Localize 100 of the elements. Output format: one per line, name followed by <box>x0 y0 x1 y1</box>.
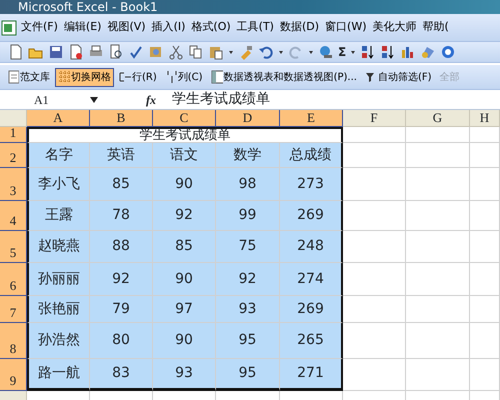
toolbar-button[interactable]: 范文库 <box>4 68 53 86</box>
row-header[interactable] <box>0 391 27 400</box>
research-icon[interactable] <box>148 44 164 60</box>
table-cell[interactable]: 95 <box>216 323 280 359</box>
empty-cell[interactable] <box>406 201 470 231</box>
table-cell[interactable]: 80 <box>90 323 153 359</box>
table-cell[interactable]: 99 <box>216 201 280 231</box>
column-header[interactable]: F <box>343 110 406 127</box>
empty-cell[interactable] <box>406 143 470 168</box>
menu-item[interactable]: 窗口(W) <box>322 19 370 36</box>
column-header[interactable]: A <box>27 110 90 127</box>
column-header[interactable]: E <box>280 110 343 127</box>
row-header[interactable]: 5 <box>0 231 27 263</box>
name-box[interactable]: A1 <box>0 90 90 108</box>
toolbar-button[interactable]: 自动筛选(F) <box>362 68 434 86</box>
menu-item[interactable]: 视图(V) <box>104 19 149 36</box>
row-header[interactable]: 9 <box>0 359 27 391</box>
table-cell[interactable]: 93 <box>216 296 280 323</box>
table-cell[interactable]: 97 <box>153 296 216 323</box>
table-cell[interactable]: 总成绩 <box>280 143 343 168</box>
table-cell[interactable]: 93 <box>153 359 216 391</box>
column-header[interactable]: G <box>406 110 470 127</box>
table-cell[interactable]: 孙丽丽 <box>27 263 90 296</box>
table-cell[interactable]: 孙浩然 <box>27 323 90 359</box>
table-cell[interactable]: 张艳丽 <box>27 296 90 323</box>
row-header[interactable]: 3 <box>0 168 27 201</box>
table-cell[interactable]: 98 <box>216 168 280 201</box>
table-cell[interactable]: 92 <box>153 201 216 231</box>
table-cell[interactable]: 语文 <box>153 143 216 168</box>
table-cell[interactable]: 269 <box>280 201 343 231</box>
menu-item[interactable]: 美化大师 <box>370 19 420 36</box>
empty-cell[interactable] <box>470 231 500 263</box>
empty-cell[interactable] <box>406 323 470 359</box>
empty-cell[interactable] <box>470 296 500 323</box>
toolbar-button[interactable]: 切换网格 <box>55 68 114 86</box>
copy-icon[interactable] <box>188 44 204 60</box>
menu-item[interactable]: 工具(T) <box>234 19 277 36</box>
sort-ascending-icon[interactable] <box>360 44 376 60</box>
table-cell[interactable]: 274 <box>280 263 343 296</box>
row-header[interactable]: 6 <box>0 263 27 296</box>
hyperlink-icon[interactable] <box>318 44 334 60</box>
table-cell[interactable]: 85 <box>153 231 216 263</box>
new-document-icon[interactable] <box>8 44 24 60</box>
toolbar-button[interactable]: 数据透视表和数据透视图(P)... <box>208 68 360 86</box>
menu-item[interactable]: 数据(D) <box>276 19 322 36</box>
table-cell[interactable]: 90 <box>153 263 216 296</box>
table-cell[interactable]: 269 <box>280 296 343 323</box>
table-cell[interactable]: 85 <box>90 168 153 201</box>
table-cell[interactable]: 92 <box>90 263 153 296</box>
dropdown-caret-icon[interactable] <box>90 96 98 102</box>
table-cell[interactable]: 92 <box>216 263 280 296</box>
menu-item[interactable]: 编辑(E) <box>60 19 104 36</box>
select-all-corner[interactable] <box>0 110 27 127</box>
print-preview-icon[interactable] <box>108 44 124 60</box>
table-cell[interactable]: 75 <box>216 231 280 263</box>
empty-cell[interactable] <box>406 168 470 201</box>
empty-cell[interactable] <box>470 323 500 359</box>
menu-item[interactable]: 帮助( <box>420 19 452 36</box>
table-cell[interactable]: 78 <box>90 201 153 231</box>
table-cell[interactable]: 90 <box>153 323 216 359</box>
row-header[interactable]: 4 <box>0 201 27 231</box>
save-icon[interactable] <box>48 44 64 60</box>
function-button[interactable]: fx <box>146 90 156 108</box>
paste-icon[interactable] <box>208 44 224 60</box>
empty-cell[interactable] <box>343 127 406 143</box>
table-cell[interactable]: 王露 <box>27 201 90 231</box>
row-header[interactable]: 2 <box>0 143 27 168</box>
table-cell[interactable]: 95 <box>216 359 280 391</box>
column-header[interactable]: C <box>153 110 216 127</box>
table-cell[interactable]: 赵晓燕 <box>27 231 90 263</box>
excel-icon[interactable] <box>0 18 18 36</box>
empty-cell[interactable] <box>406 296 470 323</box>
table-cell[interactable]: 英语 <box>90 143 153 168</box>
column-header[interactable]: B <box>90 110 153 127</box>
table-cell[interactable]: 273 <box>280 168 343 201</box>
empty-cell[interactable] <box>470 201 500 231</box>
undo-icon[interactable] <box>258 44 274 60</box>
toolbar-button[interactable]: 行(R) <box>116 68 160 86</box>
help-icon[interactable] <box>440 44 456 60</box>
table-cell[interactable]: 数学 <box>216 143 280 168</box>
empty-cell[interactable] <box>470 263 500 296</box>
sort-descending-icon[interactable] <box>380 44 396 60</box>
permission-icon[interactable] <box>68 44 84 60</box>
column-header[interactable]: H <box>470 110 500 127</box>
empty-cell[interactable] <box>470 143 500 168</box>
empty-cell[interactable] <box>406 231 470 263</box>
table-cell[interactable]: 271 <box>280 359 343 391</box>
empty-cell[interactable] <box>406 127 470 143</box>
table-cell[interactable]: 名字 <box>27 143 90 168</box>
table-cell[interactable]: 88 <box>90 231 153 263</box>
row-header[interactable]: 1 <box>0 127 27 143</box>
formula-field[interactable]: 学生考试成绩单 <box>172 89 270 110</box>
cut-icon[interactable] <box>168 44 184 60</box>
empty-cell[interactable] <box>406 359 470 391</box>
empty-cell[interactable] <box>470 359 500 391</box>
spelling-icon[interactable] <box>128 44 144 60</box>
table-cell[interactable]: 248 <box>280 231 343 263</box>
column-header[interactable]: D <box>216 110 280 127</box>
empty-cell[interactable] <box>406 263 470 296</box>
empty-cell[interactable] <box>470 168 500 201</box>
